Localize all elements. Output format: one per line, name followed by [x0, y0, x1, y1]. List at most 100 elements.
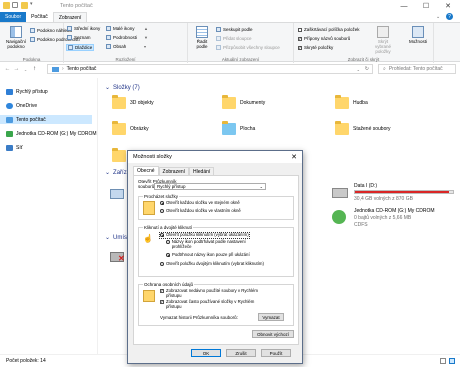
help-icon[interactable]: ? — [446, 13, 453, 20]
properties-icon[interactable] — [12, 2, 18, 8]
browse-same-window-option[interactable]: Otevřít každou složku ve stejném okně — [160, 200, 240, 206]
checkbox-checked[interactable]: ✓ — [298, 45, 302, 50]
hide-selected-button[interactable]: Skrýt vybrané položky — [370, 26, 396, 54]
group-by-button[interactable]: Seskupit podle — [216, 27, 253, 32]
radio[interactable] — [160, 209, 164, 213]
recent-locations-icon[interactable]: ⌄ — [21, 67, 30, 72]
drive-d-name[interactable]: Data I (D:) — [354, 183, 377, 189]
folder-documents[interactable]: Dokumenty — [222, 95, 265, 109]
address-dropdown-icon[interactable]: ⌄ — [357, 67, 360, 72]
nav-item-onedrive[interactable]: OneDrive — [6, 101, 98, 110]
radio[interactable] — [166, 240, 170, 244]
tab-computer[interactable]: Počítač — [26, 12, 53, 22]
item-checkboxes-toggle[interactable]: Zaškrtávací políčka položek — [298, 27, 360, 32]
layout-content[interactable]: Obsah — [106, 44, 126, 49]
layout-medium-icons[interactable]: Střední ikony — [67, 26, 100, 31]
tab-search[interactable]: Hledání — [189, 167, 215, 175]
address-box[interactable]: › Tento počítač ⌄ ↻ — [47, 64, 373, 74]
tab-view[interactable]: Zobrazení — [158, 167, 190, 175]
options-button[interactable]: Možnosti — [406, 26, 430, 44]
search-input[interactable]: ⌕ Prohledat: Tento počítač — [378, 64, 456, 74]
expand-ribbon-icon[interactable]: ⌄ — [436, 14, 440, 20]
refresh-icon[interactable]: ↻ — [365, 66, 369, 72]
forward-arrow-icon[interactable]: → — [12, 66, 21, 72]
folder-music[interactable]: Hudba — [335, 95, 368, 109]
double-click-option[interactable]: Otevřít položku dvojitým kliknutím (vybr… — [160, 261, 264, 267]
show-frequent-folders-option[interactable]: ✓ Zobrazovat často používané složky v Ryc… — [160, 299, 260, 310]
breadcrumb[interactable]: Tento počítač — [67, 66, 97, 72]
new-folder-icon[interactable] — [21, 2, 28, 9]
nav-item-cd-drive[interactable]: Jednotka CD-ROM (G:) My CDROM — [6, 129, 98, 138]
cloud-icon — [6, 102, 13, 109]
layout-details[interactable]: Podrobnosti — [106, 35, 137, 40]
size-all-columns-button[interactable]: Přizpůsobit všechny sloupce — [216, 45, 280, 50]
details-view-icon[interactable] — [440, 358, 446, 364]
computer-icon — [52, 66, 59, 72]
layout-more-icon[interactable]: ▾ — [144, 44, 146, 49]
browse-own-window-option[interactable]: Otevřít každou složku ve vlastním okně — [160, 208, 241, 214]
clear-history-button[interactable]: Vymazat — [258, 313, 284, 321]
checkbox[interactable] — [298, 27, 302, 32]
radio-selected[interactable] — [160, 201, 164, 205]
add-columns-label: Přidat sloupce — [223, 36, 252, 41]
back-arrow-icon[interactable]: ← — [3, 66, 12, 72]
navigation-pane-button[interactable]: Navigační podokno — [3, 26, 29, 49]
layout-list[interactable]: Seznam — [67, 35, 91, 40]
folder-3d-objects[interactable]: 3D objekty — [112, 95, 154, 109]
hidden-items-toggle[interactable]: ✓ Skryté položky — [298, 45, 333, 50]
option-label: Otevřít každou složku ve stejném okně — [166, 200, 240, 205]
underline-point-option[interactable]: Podtrhnout názvy ikon pouze při ukázání — [166, 252, 250, 258]
drive-c-icon[interactable] — [110, 189, 124, 199]
open-explorer-select[interactable]: Rychlý přístup ⌄ — [154, 183, 266, 190]
nav-item-network[interactable]: Síť — [6, 143, 98, 152]
radio-selected[interactable] — [160, 233, 164, 237]
tab-file[interactable]: Soubor — [0, 12, 27, 22]
underline-browser-option[interactable]: Názvy ikon podtrhávat podle nastavení pr… — [166, 239, 252, 250]
show-recent-files-option[interactable]: ✓ Zobrazovat nedávno použité soubory v Ry… — [160, 288, 260, 299]
layout-tiles[interactable]: Dlaždice — [66, 44, 95, 51]
apply-button[interactable]: Použít — [261, 349, 291, 357]
add-columns-button[interactable]: Přidat sloupce — [216, 36, 252, 41]
checkbox-checked[interactable]: ✓ — [160, 300, 164, 304]
collapse-icon[interactable]: ⌄ — [105, 169, 110, 176]
tab-view[interactable]: Zobrazení — [52, 12, 88, 22]
tab-general[interactable]: Obecné — [133, 166, 159, 175]
collapse-icon[interactable]: ⌄ — [105, 84, 110, 91]
layout-label: Střední ikony — [74, 26, 101, 31]
cd-drive-name[interactable]: Jednotka CD-ROM (G:) My CDROM — [354, 208, 435, 214]
layout-scroll-down-icon[interactable]: ▼ — [144, 35, 148, 40]
drive-d-icon[interactable] — [332, 188, 348, 198]
layout-small-icons[interactable]: Malé ikony — [106, 26, 135, 31]
layout-scroll-up-icon[interactable]: ▲ — [144, 26, 148, 31]
folder-pictures[interactable]: Obrázky — [112, 121, 149, 135]
restore-defaults-button[interactable]: Obnovit výchozí — [252, 330, 294, 338]
radio[interactable] — [160, 262, 164, 266]
star-icon — [6, 88, 13, 95]
radio-selected[interactable] — [166, 253, 170, 257]
collapse-icon[interactable]: ⌄ — [105, 234, 110, 241]
maximize-button[interactable]: ☐ — [416, 0, 436, 12]
details-icon — [106, 35, 111, 40]
nav-item-quick-access[interactable]: Rychlý přístup — [6, 87, 98, 96]
minimize-button[interactable]: — — [394, 0, 414, 12]
close-button[interactable]: ✕ — [438, 0, 458, 12]
sort-by-button[interactable]: Řadit podle — [191, 26, 213, 49]
up-arrow-icon[interactable]: ↑ — [30, 66, 39, 72]
checkbox-checked[interactable]: ✓ — [160, 289, 164, 293]
folder-downloads[interactable]: Stažené soubory — [335, 121, 391, 135]
cd-drive-fs: CDFS — [354, 222, 368, 228]
cancel-button[interactable]: Zrušit — [226, 349, 256, 357]
quick-access-toolbar-dropdown-icon[interactable]: ▾ — [30, 1, 33, 7]
ok-button[interactable]: OK — [191, 349, 221, 357]
file-extensions-toggle[interactable]: ✓ Přípony názvů souborů — [298, 36, 350, 41]
checkbox-checked[interactable]: ✓ — [298, 36, 302, 41]
single-click-option[interactable]: Otevřít položku kliknutím (vybrat ukázán… — [159, 232, 250, 239]
large-icons-view-icon[interactable] — [449, 358, 455, 364]
folder-videos[interactable] — [112, 148, 126, 162]
nav-item-this-pc[interactable]: Tento počítač — [0, 115, 92, 124]
folder-desktop[interactable]: Plocha — [222, 121, 255, 135]
dialog-close-button[interactable]: ✕ — [286, 151, 302, 163]
folders-group-header[interactable]: ⌄ Složky (7) — [105, 84, 140, 92]
cd-drive-icon[interactable] — [332, 210, 346, 224]
disconnected-icon: ✕ — [118, 254, 125, 263]
